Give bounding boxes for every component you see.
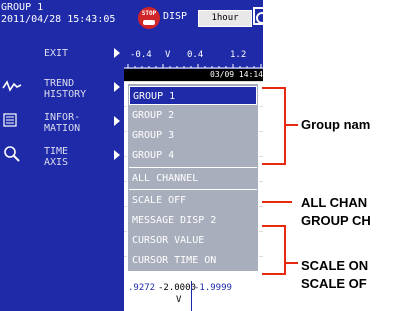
time-div-button[interactable]: 1hour (198, 10, 252, 27)
annotation-group-names: Group nam (301, 117, 371, 132)
annotation-group-channel: GROUP CH (301, 213, 371, 228)
submenu-item-group-1[interactable]: GROUP 1 (129, 86, 257, 105)
scale-tick: -0.4 (130, 50, 152, 60)
scale-tick: 1.2 (230, 50, 247, 60)
cursor-values: .9272 -2.0000 V -1.9999 (124, 281, 263, 311)
menu-item-information[interactable]: INFOR- MATION (0, 106, 124, 140)
submenu-item-group-4[interactable]: GROUP 4 (129, 146, 257, 165)
submenu-item-all-channel[interactable]: ALL CHANNEL (129, 169, 257, 188)
disp-label: DISP (163, 11, 188, 22)
annotation-leader (262, 201, 292, 203)
annotation-all-channel: ALL CHAN (301, 195, 368, 210)
magnifier-icon (4, 146, 20, 162)
annotation-scale-off: SCALE OF (301, 276, 367, 291)
recorder-screen: GROUP 1 2011/04/28 15:43:05 STOP DISP 1h… (0, 0, 263, 311)
cursor-unit: V (176, 295, 182, 305)
submenu-item-cursor-value[interactable]: CURSOR VALUE (129, 231, 257, 250)
submenu-item-message-disp[interactable]: MESSAGE DISP 2 (129, 211, 257, 230)
information-list-icon (3, 113, 17, 127)
annotation-leader (284, 262, 298, 264)
datetime: 2011/04/28 15:43:05 (1, 14, 116, 25)
menu-item-exit[interactable]: EXIT (0, 38, 124, 72)
left-menu: EXIT TREND HISTORY INFOR- MATION TIME AX… (0, 36, 124, 311)
arrow-right-icon (114, 82, 120, 92)
scale-tick: 0.4 (187, 50, 204, 60)
status-bar: GROUP 1 2011/04/28 15:43:05 STOP DISP 1h… (0, 0, 263, 36)
menu-item-trend-history[interactable]: TREND HISTORY (0, 72, 124, 106)
menu-item-label: TIME AXIS (44, 146, 69, 168)
cycle-icon[interactable] (253, 7, 263, 25)
arrow-right-icon (114, 150, 120, 160)
stop-icon: STOP (138, 7, 160, 29)
cursor-value: .9272 (128, 283, 156, 293)
annotation-scale-on: SCALE ON (301, 258, 369, 273)
scale-unit: V (165, 50, 171, 60)
annotation-leader (284, 124, 298, 126)
date-strip: 03/09 14:14 (124, 69, 263, 81)
date-strip-text: 03/09 14:14 (210, 70, 263, 79)
arrow-right-icon (114, 48, 120, 58)
menu-item-time-axis[interactable]: TIME AXIS (0, 140, 124, 174)
menu-item-label: EXIT (44, 48, 69, 59)
submenu-item-scale-off[interactable]: SCALE OFF (129, 191, 257, 210)
scale-ruler (124, 64, 263, 69)
group-title: GROUP 1 (1, 2, 44, 13)
annotation-bracket (262, 87, 286, 165)
trend-wave-icon (2, 80, 22, 92)
submenu-item-cursor-time[interactable]: CURSOR TIME ON (129, 251, 257, 270)
annotation-bracket (262, 225, 286, 275)
stop-label: STOP (141, 10, 157, 17)
scale-bar: -0.4 V 0.4 1.2 (124, 36, 263, 69)
arrow-right-icon (114, 116, 120, 126)
trend-history-submenu: GROUP 1 GROUP 2 GROUP 3 GROUP 4 ALL CHAN… (127, 83, 259, 272)
cursor-value: -1.9999 (194, 283, 232, 293)
menu-item-label: TREND HISTORY (44, 78, 87, 100)
menu-item-label: INFOR- MATION (44, 112, 81, 134)
submenu-item-group-2[interactable]: GROUP 2 (129, 106, 257, 125)
submenu-item-group-3[interactable]: GROUP 3 (129, 126, 257, 145)
